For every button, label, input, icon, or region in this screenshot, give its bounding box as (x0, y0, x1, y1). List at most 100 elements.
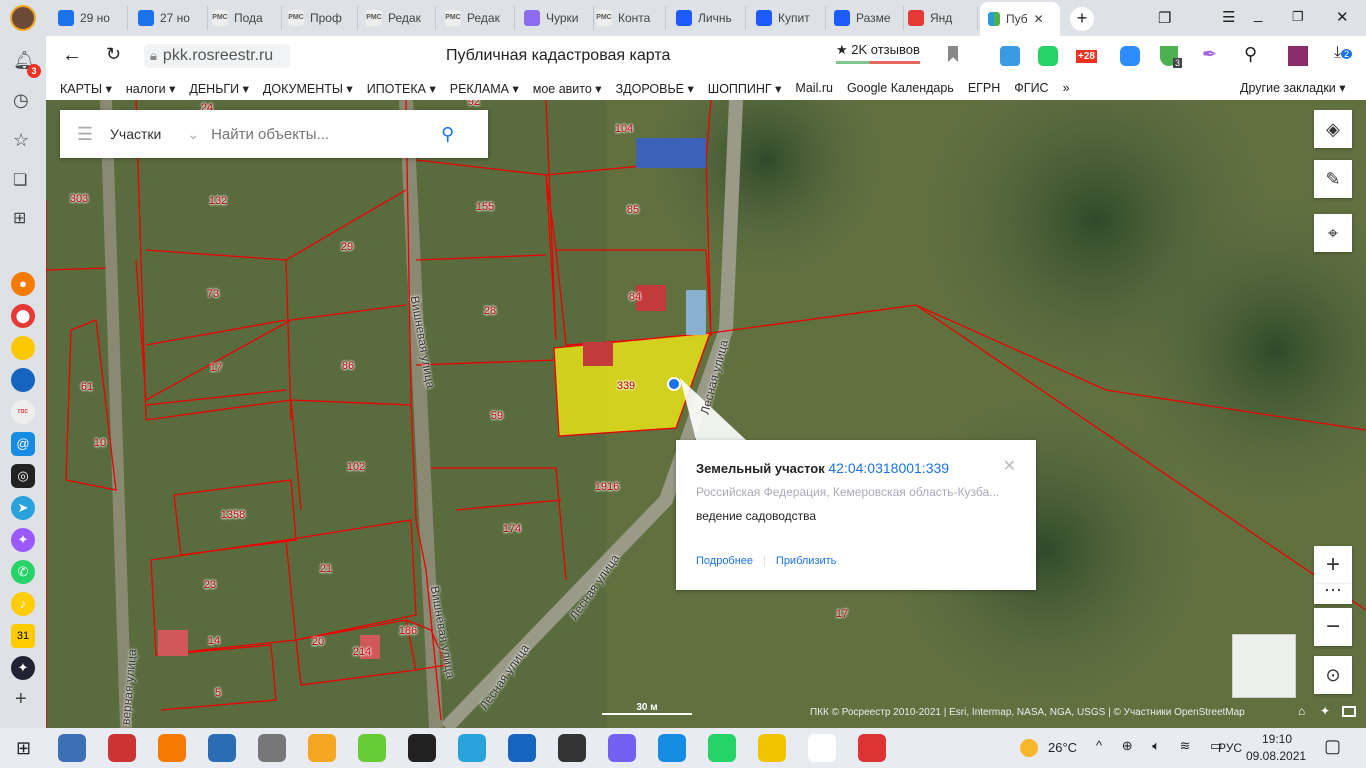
tray-icons[interactable]: ^ ⊕ 🔈︎ ≋ ▭ (1096, 738, 1230, 754)
reload-button[interactable]: ↻ (106, 44, 121, 65)
star-icon[interactable]: ☆ (13, 130, 29, 151)
bookmark-item[interactable]: » (1063, 81, 1070, 95)
reader-taskbar-icon[interactable] (208, 734, 236, 762)
instagram-taskbar-icon[interactable] (408, 734, 436, 762)
weather-ext-icon[interactable]: +28 (1076, 50, 1097, 63)
close-window-button[interactable]: ✕ (1336, 8, 1349, 26)
windows-start-icon[interactable]: ⊞ (16, 738, 31, 759)
parcel-label[interactable]: 17 (836, 608, 848, 620)
history-icon[interactable]: ◷ (13, 90, 29, 111)
file-manager-taskbar-icon[interactable] (58, 734, 86, 762)
apps-icon[interactable]: ⊞ (13, 208, 26, 228)
chat-ext-icon[interactable] (1000, 46, 1020, 66)
bookmark-item[interactable]: мое авито ▾ (533, 81, 602, 96)
map-canvas[interactable]: 24 92 104 303 132 155 85 29 73 84 28 17 86 339 61 59 10 1… (46, 100, 1366, 728)
whatsapp-ext-icon[interactable] (1038, 46, 1058, 66)
clock-date[interactable]: 09.08.2021 (1246, 749, 1306, 763)
wps-taskbar-icon[interactable] (858, 734, 886, 762)
parcel-label[interactable]: 174 (503, 523, 521, 535)
calculator-taskbar-icon[interactable] (258, 734, 286, 762)
yandex-zen2-icon[interactable] (11, 336, 35, 360)
maps-pin-icon[interactable]: ⬤ (11, 304, 35, 328)
parcel-label[interactable]: 23 (204, 579, 216, 591)
parcel-label[interactable]: 10 (94, 437, 106, 449)
zoom-link[interactable]: Приблизить (776, 555, 837, 567)
whatsapp-taskbar-icon[interactable] (708, 734, 736, 762)
explorer-taskbar-icon[interactable] (758, 734, 786, 762)
parcel-label[interactable]: 86 (342, 360, 354, 372)
viber-taskbar-icon[interactable] (608, 734, 636, 762)
bookmark-item[interactable]: ШОППИНГ ▾ (708, 81, 782, 96)
reviews-button[interactable]: ★ 2K отзывов (836, 42, 920, 64)
language-indicator[interactable]: РУС (1218, 741, 1242, 755)
tab-active[interactable]: Пуб ✕ (980, 2, 1060, 36)
more-tools-button[interactable]: ⋯ (1314, 581, 1352, 604)
telegram-taskbar-icon[interactable] (458, 734, 486, 762)
parcel-label[interactable]: 214 (353, 646, 371, 658)
search-input[interactable] (211, 125, 432, 143)
locate-button[interactable]: ⌖ (1314, 214, 1352, 252)
whatsapp-icon[interactable]: ✆ (11, 560, 35, 584)
bookmark-item[interactable]: КАРТЫ ▾ (60, 81, 112, 96)
parcel-label[interactable]: 186 (399, 625, 417, 637)
bookmark-item[interactable]: ЕГРН (968, 81, 1000, 95)
yandex-zen-taskbar-icon[interactable] (158, 734, 186, 762)
hamburger-menu-icon[interactable]: ☰ (60, 124, 110, 145)
bookmark-item[interactable]: ФГИС (1014, 81, 1048, 95)
parcel-label[interactable]: 59 (491, 410, 503, 422)
browser-tab[interactable]: Купит (748, 6, 826, 30)
browser-tab[interactable]: Янд (900, 6, 978, 30)
parcel-label[interactable]: 104 (615, 123, 633, 135)
puzzle-ext-icon[interactable]: ⚲ (1244, 44, 1257, 65)
browser-tab[interactable]: 29 но (50, 6, 128, 30)
ruler-button[interactable]: ✎ (1314, 160, 1352, 198)
minimap[interactable] (1232, 634, 1296, 698)
calendar-icon[interactable]: 31 (11, 624, 35, 648)
temperature[interactable]: 26°C (1048, 740, 1077, 755)
browser-tab[interactable]: РМС Редак (358, 6, 436, 30)
compass-button[interactable]: ⊙ (1314, 656, 1352, 694)
parcel-label[interactable]: 85 (627, 204, 639, 216)
messenger-taskbar-icon[interactable] (508, 734, 536, 762)
messenger-icon[interactable] (11, 368, 35, 392)
bookmark-item[interactable]: Google Календарь (847, 81, 954, 95)
tabs-icon[interactable]: ❏ (13, 170, 27, 190)
parcel-label[interactable]: 1358 (221, 509, 245, 521)
music-icon[interactable]: ♪ (11, 592, 35, 616)
browser-tab[interactable]: РМС Редак (437, 6, 515, 30)
search-icon[interactable]: ⚲ (441, 124, 454, 145)
shield-ext-icon[interactable]: 3 (1160, 46, 1182, 68)
back-button[interactable]: ← (62, 44, 82, 67)
alice-icon[interactable]: ✦ (11, 528, 35, 552)
parcel-label[interactable]: 17 (210, 362, 222, 374)
layers-button[interactable]: ◈ (1314, 110, 1352, 148)
parcel-label[interactable]: 21 (320, 563, 332, 575)
more-link[interactable]: Подробнее (696, 555, 753, 567)
parcel-label[interactable]: 155 (476, 201, 494, 213)
parcel-label[interactable]: 29 (341, 241, 353, 253)
parcel-label[interactable]: 102 (347, 461, 365, 473)
downloads-icon[interactable]: ⤓ 2 (1334, 44, 1353, 62)
add-panel-icon[interactable]: + (15, 688, 27, 711)
zoom-out-button[interactable]: − (1314, 608, 1352, 646)
browser-tab[interactable]: 27 но (130, 6, 208, 30)
parcel-label[interactable]: 303 (70, 193, 88, 205)
winrar-ext-icon[interactable] (1288, 46, 1308, 66)
parcel-marker[interactable] (667, 377, 681, 391)
compass-app-icon[interactable]: ✦ (11, 656, 35, 680)
mail-taskbar-icon[interactable] (658, 734, 686, 762)
parcel-label[interactable]: 73 (207, 288, 219, 300)
collections-icon[interactable]: ❐ (1158, 9, 1171, 27)
parcel-label[interactable]: 14 (208, 635, 220, 647)
quill-ext-icon[interactable]: ✒ (1202, 44, 1217, 65)
parcel-label[interactable]: 1916 (595, 481, 619, 493)
maximize-button[interactable]: ❐ (1292, 9, 1304, 25)
close-tab-icon[interactable]: ✕ (1034, 12, 1044, 26)
bookmark-item[interactable]: налоги ▾ (126, 81, 176, 96)
minimize-button[interactable]: _ (1254, 6, 1262, 23)
parcel-label[interactable]: 5 (215, 687, 221, 699)
bookmark-item[interactable]: ЗДОРОВЬЕ ▾ (616, 81, 694, 96)
mail-at-icon[interactable]: @ (11, 432, 35, 456)
cadastral-number[interactable]: 42:04:0318001:339 (828, 460, 949, 476)
bookmark-item[interactable]: РЕКЛАМА ▾ (450, 81, 519, 96)
